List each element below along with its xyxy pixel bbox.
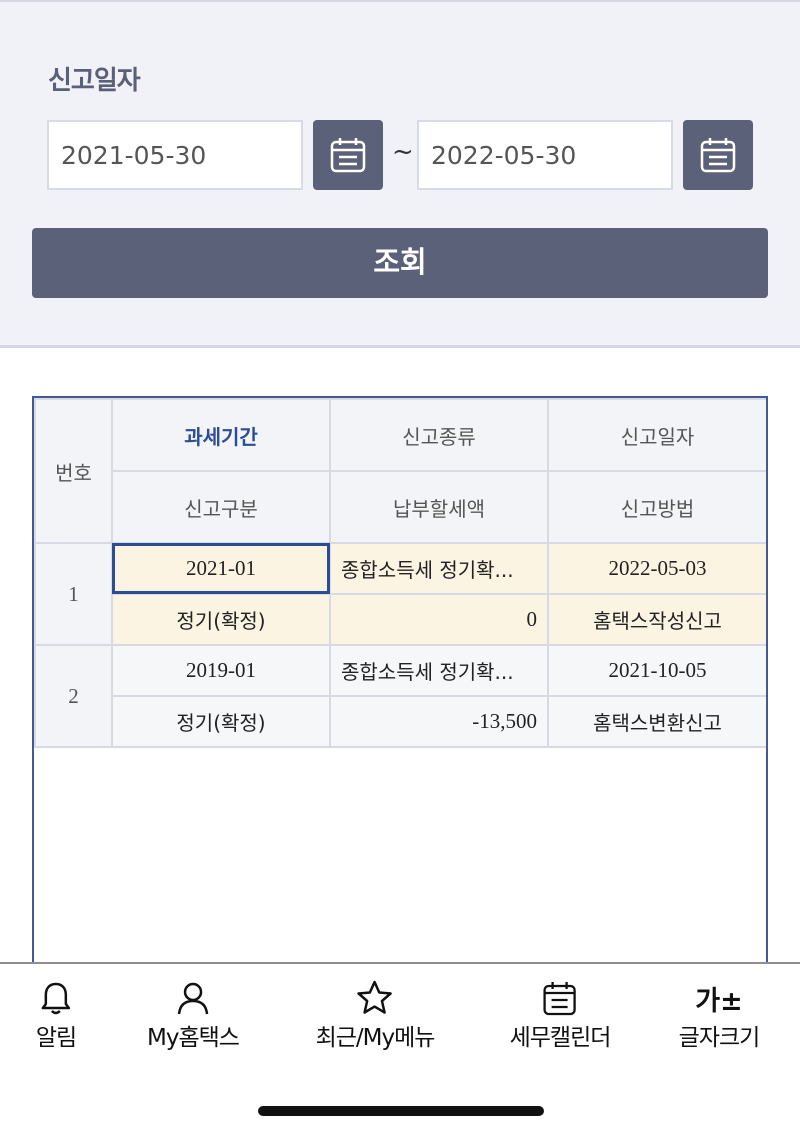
nav-item-font-size[interactable]: 가± 글자크기 [678,980,761,1052]
end-date-calendar-button[interactable] [683,120,753,190]
table-row[interactable]: 정기(확정) -13,500 홈택스변환신고 [35,695,766,748]
end-date-field[interactable] [417,120,673,190]
report-method-cell[interactable]: 홈택스변환신고 [547,695,766,748]
period-cell[interactable]: 2019-01 [111,644,331,697]
nav-label: 세무캘린더 [509,1025,612,1051]
result-table: 번호 과세기간 신고종류 신고일자 신고구분 납부할세액 신고방법 1 2021… [34,398,766,748]
calendar-icon [330,138,366,173]
nav-item-tax-calendar[interactable]: 세무캘린더 [510,980,611,1052]
report-type-cell[interactable]: 종합소득세 정기확... [329,644,549,697]
header-no[interactable]: 번호 [34,398,113,544]
period-cell[interactable]: 2021-01 [111,542,331,595]
table-row[interactable]: 2 2019-01 종합소득세 정기확... 2021-10-05 [34,644,766,748]
nav-label: My홈택스 [147,1025,240,1051]
row-number: 1 [34,542,113,646]
star-icon [357,980,393,1014]
home-indicator [258,1106,544,1116]
table-row[interactable]: 1 2021-01 종합소득세 정기확... 2022-05-03 [34,542,766,646]
report-category-cell[interactable]: 정기(확정) [111,593,331,646]
nav-label: 알림 [35,1025,77,1051]
nav-item-my-hometax[interactable]: My홈택스 [147,980,240,1052]
header-report-category[interactable]: 신고구분 [111,470,331,544]
font-size-icon: 가± [695,985,743,1017]
nav-label: 글자크기 [678,1025,761,1051]
nav-item-recent-menu[interactable]: 최근/My메뉴 [316,980,435,1052]
start-date-input[interactable] [61,122,301,188]
report-category-cell[interactable]: 정기(확정) [111,695,331,748]
report-type-cell[interactable]: 종합소득세 정기확... [329,542,549,595]
calendar-icon [543,982,577,1016]
start-date-field[interactable] [47,120,303,190]
header-report-method[interactable]: 신고방법 [547,470,766,544]
report-date-cell[interactable]: 2022-05-03 [547,542,766,595]
row-number: 2 [34,644,113,748]
report-method-cell[interactable]: 홈택스작성신고 [547,593,766,646]
start-date-calendar-button[interactable] [313,120,383,190]
table-row[interactable]: 정기(확정) 0 홈택스작성신고 [35,593,766,646]
bottom-nav: 알림 My홈택스 최근/My메뉴 세무캘린더 가± 글자크기 [0,962,800,1130]
tax-amount-cell[interactable]: -13,500 [329,695,549,748]
tax-amount-cell[interactable]: 0 [329,593,549,646]
search-title: 신고일자 [48,66,141,96]
date-range-separator: ~ [392,137,414,167]
nav-label: 최근/My메뉴 [315,1025,436,1051]
header-report-type[interactable]: 신고종류 [329,398,549,472]
person-icon [177,982,209,1015]
bell-icon [41,982,71,1015]
calendar-icon [700,138,736,173]
end-date-input[interactable] [431,122,671,188]
report-date-cell[interactable]: 2021-10-05 [547,644,766,697]
query-button[interactable]: 조회 [32,228,768,298]
result-grid: 번호 과세기간 신고종류 신고일자 신고구분 납부할세액 신고방법 1 2021… [32,396,768,976]
header-tax-amount[interactable]: 납부할세액 [329,470,549,544]
search-panel: 신고일자 ~ 조회 [0,0,800,348]
nav-item-alerts[interactable]: 알림 [35,980,77,1052]
header-period[interactable]: 과세기간 [111,398,331,472]
header-report-date[interactable]: 신고일자 [547,398,766,472]
